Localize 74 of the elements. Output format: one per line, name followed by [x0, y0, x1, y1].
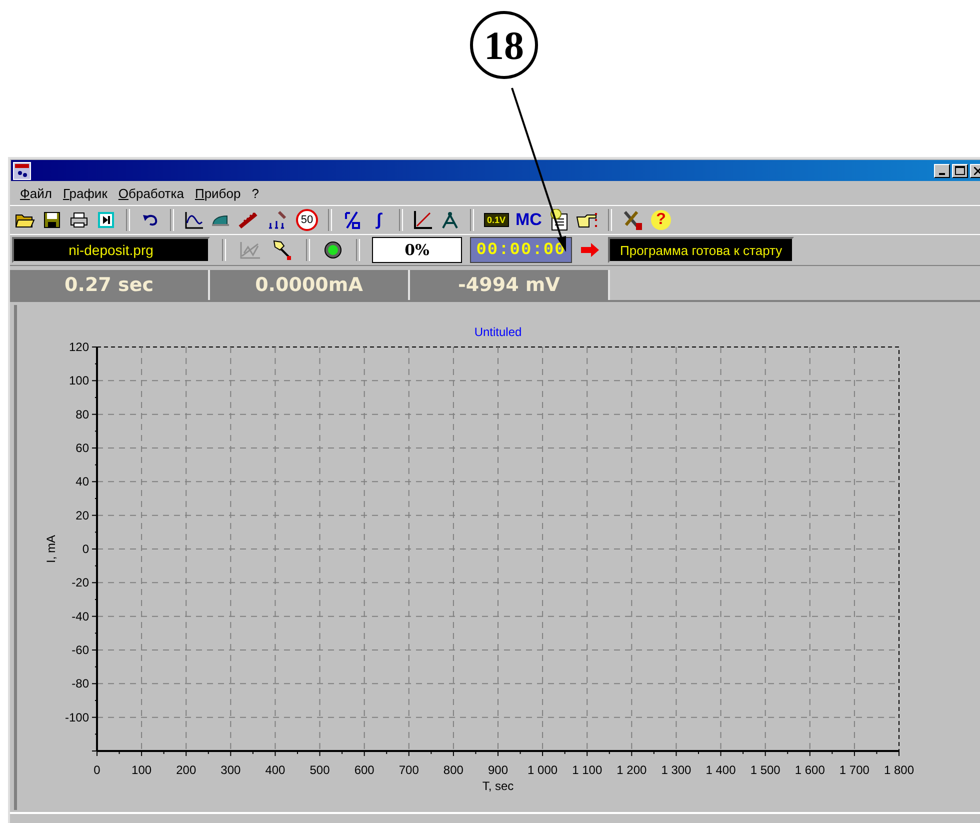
maximize-button[interactable]	[952, 164, 968, 178]
maximize-icon	[955, 166, 965, 175]
x-tick-label: 1 300	[661, 763, 692, 777]
minimize-button[interactable]	[934, 164, 950, 178]
speed-limit-button[interactable]: 50	[295, 208, 319, 232]
iron-icon	[211, 213, 231, 227]
arrow-right-icon	[580, 243, 600, 257]
axes-chart-icon	[413, 210, 433, 230]
y-tick-label: -40	[72, 609, 89, 624]
printer-icon	[70, 212, 88, 228]
y-tick-label: 60	[76, 441, 89, 455]
progress-percent: 0%	[404, 241, 430, 259]
x-tick-label: 1 400	[706, 763, 736, 777]
menu-item[interactable]: ?	[248, 186, 266, 200]
tools-icon	[622, 209, 644, 231]
x-tick-label: 800	[443, 763, 464, 777]
y-tick-label: 80	[76, 407, 89, 422]
x-tick-label: 1 000	[528, 763, 558, 777]
comb-icon	[238, 211, 260, 229]
x-tick-label: 1 800	[884, 763, 914, 777]
folder-icon	[15, 212, 35, 228]
y-tick-label: 20	[76, 508, 89, 522]
toolbar-button[interactable]	[412, 208, 434, 232]
callout-number: 18	[470, 11, 538, 79]
undo-icon	[142, 213, 158, 227]
x-tick-label: 600	[354, 763, 374, 777]
x-tick-label: 1 100	[572, 763, 602, 777]
x-tick-label: 400	[265, 763, 286, 777]
x-tick-label: 1 500	[750, 763, 780, 777]
y-tick-label: -80	[72, 676, 89, 691]
toolbar-button[interactable]: ∫	[368, 208, 390, 232]
disabled-chart-icon	[239, 241, 261, 259]
help-button[interactable]: ?	[650, 208, 672, 232]
indicator-light-icon	[324, 241, 342, 259]
menu-item[interactable]: График	[58, 186, 114, 200]
y-tick-label: -100	[64, 710, 89, 724]
x-tick-label: 200	[176, 763, 196, 777]
x-tick-label: 500	[310, 763, 330, 777]
timer-display: 00:00:00	[470, 237, 572, 263]
x-tick-label: 700	[398, 763, 419, 777]
y-tick-label: -60	[72, 643, 89, 657]
y-tick-label: 100	[68, 374, 89, 388]
x-axis-title: T, sec	[482, 779, 514, 793]
x-tick-label: 1 200	[616, 763, 647, 777]
menu-item[interactable]: Прибор	[190, 186, 248, 200]
y-tick-label: -20	[72, 576, 89, 590]
y-tick-label: 120	[68, 340, 89, 354]
x-tick-label: 1 700	[839, 763, 870, 777]
y-tick-label: 40	[76, 474, 89, 489]
toolbar-button[interactable]	[548, 208, 570, 232]
measurement-readout: -4994 mV	[410, 270, 610, 300]
x-tick-label: 1 600	[794, 763, 825, 777]
x-tick-label: 300	[220, 763, 241, 777]
y-axis-title: I, mA	[44, 535, 58, 563]
close-icon	[974, 166, 980, 174]
menu-item[interactable]: Файл	[16, 186, 59, 200]
toolbar-button[interactable]: MC	[514, 208, 543, 232]
program-file-display: ni-deposit.prg	[12, 237, 210, 263]
y-tick-label: 0	[82, 542, 89, 556]
curve-chart-icon	[184, 211, 204, 229]
clipboard-icon	[548, 209, 569, 231]
app-icon	[13, 162, 31, 180]
measurement-readout: 0.0000mA	[210, 270, 410, 300]
status-message: Программа готова к старту	[608, 237, 794, 263]
minimize-icon	[939, 172, 945, 174]
play-icon	[98, 212, 114, 228]
x-tick-label: 100	[132, 763, 152, 777]
compass-icon	[440, 210, 460, 230]
x-tick-label: 0	[94, 763, 100, 777]
measurement-readout: 0.27 sec	[10, 270, 210, 300]
chart-title: Untituled	[474, 325, 522, 339]
menu-item[interactable]: Обработка	[114, 186, 191, 200]
x-tick-label: 900	[488, 763, 508, 777]
save-icon	[44, 212, 60, 228]
